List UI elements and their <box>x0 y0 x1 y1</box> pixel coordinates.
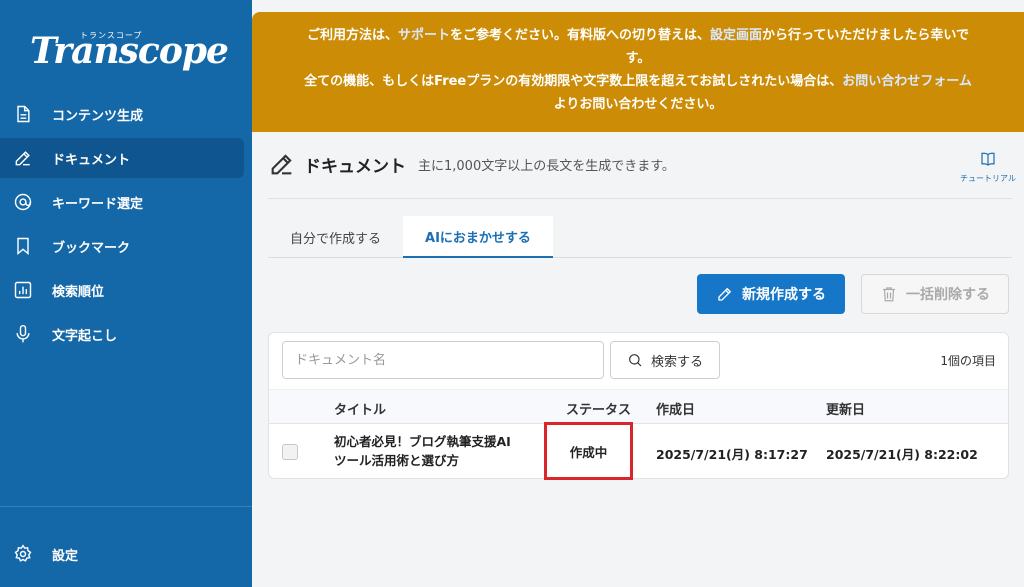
mic-icon <box>12 323 34 345</box>
sidebar-item-transcription[interactable]: 文字起こし <box>0 314 244 354</box>
sidebar-nav: コンテンツ生成 ドキュメント キーワード選定 ブックマーク 検索順位 文字起こし <box>0 90 252 358</box>
column-header-status[interactable]: ステータス <box>566 399 631 418</box>
sidebar-item-label: キーワード選定 <box>52 196 144 212</box>
table-header: タイトル ステータス 作成日 更新日 <box>269 389 1008 424</box>
status-badge: 作成中 <box>544 422 633 480</box>
sidebar-item-bookmarks[interactable]: ブックマーク <box>0 226 244 266</box>
sidebar-item-documents[interactable]: ドキュメント <box>0 138 244 178</box>
document-title-line: 初心者必見！ブログ執筆支援AI <box>334 434 511 449</box>
header-divider <box>268 198 1012 199</box>
sidebar-divider <box>0 506 252 507</box>
documents-table-card: 検索する 1個の項目 タイトル ステータス 作成日 更新日 初心者必見！ブログ執… <box>268 332 1009 480</box>
sidebar-item-content-generation[interactable]: コンテンツ生成 <box>0 94 244 134</box>
column-header-updated[interactable]: 更新日 <box>826 399 865 418</box>
bulk-delete-label: 一括削除する <box>906 287 990 303</box>
row-checkbox[interactable] <box>282 444 298 460</box>
main-content: ドキュメント 主に1,000文字以上の長文を生成できます。 チュートリアル 自分… <box>252 132 1024 587</box>
sidebar-item-label: 検索順位 <box>52 284 105 300</box>
settings-link[interactable]: 設定画面 <box>710 28 762 43</box>
gear-icon <box>12 543 34 565</box>
sidebar-item-search-ranking[interactable]: 検索順位 <box>0 270 244 310</box>
table-row[interactable]: 初心者必見！ブログ執筆支援AI ツール活用術と選び方 作成中 2025/7/21… <box>269 422 1008 480</box>
tutorial-label: チュートリアル <box>960 174 1016 183</box>
status-text: 作成中 <box>569 444 608 460</box>
at-icon <box>12 191 34 213</box>
bookmark-icon <box>12 235 34 257</box>
sidebar-settings: 設定 <box>0 530 244 578</box>
bulk-delete-button[interactable]: 一括削除する <box>861 274 1009 314</box>
trash-icon <box>883 287 895 302</box>
edit-icon <box>12 147 34 169</box>
chart-icon <box>12 279 34 301</box>
sidebar-item-label: コンテンツ生成 <box>52 108 144 124</box>
banner-text: から行っていただけましたら幸いで <box>762 28 970 43</box>
new-document-label: 新規作成する <box>742 287 826 303</box>
sidebar-item-settings[interactable]: 設定 <box>0 534 236 574</box>
tutorial-button[interactable]: チュートリアル <box>958 150 1018 184</box>
tab-manual[interactable]: 自分で作成する <box>268 216 403 258</box>
banner-text: 全ての機能、もしくはFreeプランの有効期限や文字数上限を超えてお試しされたい場… <box>304 74 843 89</box>
notice-banner: ご利用方法は、サポートをご参考ください。有料版への切り替えは、設定画面から行って… <box>252 12 1024 132</box>
edit-icon <box>271 154 292 175</box>
banner-line-2: す。 <box>625 51 651 66</box>
search-button-label: 検索する <box>650 354 703 370</box>
item-count: 1個の項目 <box>940 354 996 368</box>
sidebar-item-label: ブックマーク <box>52 240 131 256</box>
logo[interactable]: Transcope <box>30 30 229 72</box>
column-header-created[interactable]: 作成日 <box>656 399 695 418</box>
new-document-button[interactable]: 新規作成する <box>697 274 845 314</box>
banner-line-3: 全ての機能、もしくはFreeプランの有効期限や文字数上限を超えてお試しされたい場… <box>272 70 1004 93</box>
support-link[interactable]: サポート <box>398 28 450 43</box>
page-header: ドキュメント 主に1,000文字以上の長文を生成できます。 <box>268 150 675 178</box>
tab-bar: 自分で作成する AIにおまかせする <box>268 216 1012 258</box>
book-icon <box>981 152 995 166</box>
sidebar-item-label: ドキュメント <box>52 152 131 168</box>
column-header-title[interactable]: タイトル <box>334 399 386 418</box>
document-name-search-input[interactable] <box>282 341 604 379</box>
page-title: ドキュメント <box>304 156 406 177</box>
banner-text: ご利用方法は、 <box>306 28 398 43</box>
updated-date-cell: 2025/7/21(月) 8:22:02 <box>826 447 978 462</box>
page-description: 主に1,000文字以上の長文を生成できます。 <box>418 158 675 174</box>
tab-ai[interactable]: AIにおまかせする <box>403 216 553 258</box>
banner-text: をご参考ください。有料版への切り替えは、 <box>450 28 711 43</box>
app: トランスコープ Transcope コンテンツ生成 ドキュメント キーワード選定 <box>0 0 1024 587</box>
edit-icon <box>718 287 732 301</box>
document-title-cell[interactable]: 初心者必見！ブログ執筆支援AI ツール活用術と選び方 <box>334 432 534 470</box>
banner-line-1: ご利用方法は、サポートをご参考ください。有料版への切り替えは、設定画面から行って… <box>272 24 1004 47</box>
sidebar-item-label: 文字起こし <box>52 328 118 344</box>
created-date-cell: 2025/7/21(月) 8:17:27 <box>656 447 808 462</box>
search-button[interactable]: 検索する <box>610 341 720 379</box>
search-icon <box>629 354 642 367</box>
document-icon <box>12 103 34 125</box>
sidebar-item-keyword-selection[interactable]: キーワード選定 <box>0 182 244 222</box>
banner-line-4: よりお問い合わせください。 <box>553 97 723 112</box>
contact-form-link[interactable]: お問い合わせフォーム <box>842 74 972 89</box>
sidebar-item-label: 設定 <box>52 548 79 564</box>
document-title-line: ツール活用術と選び方 <box>334 453 460 468</box>
sidebar: トランスコープ Transcope コンテンツ生成 ドキュメント キーワード選定 <box>0 0 252 587</box>
